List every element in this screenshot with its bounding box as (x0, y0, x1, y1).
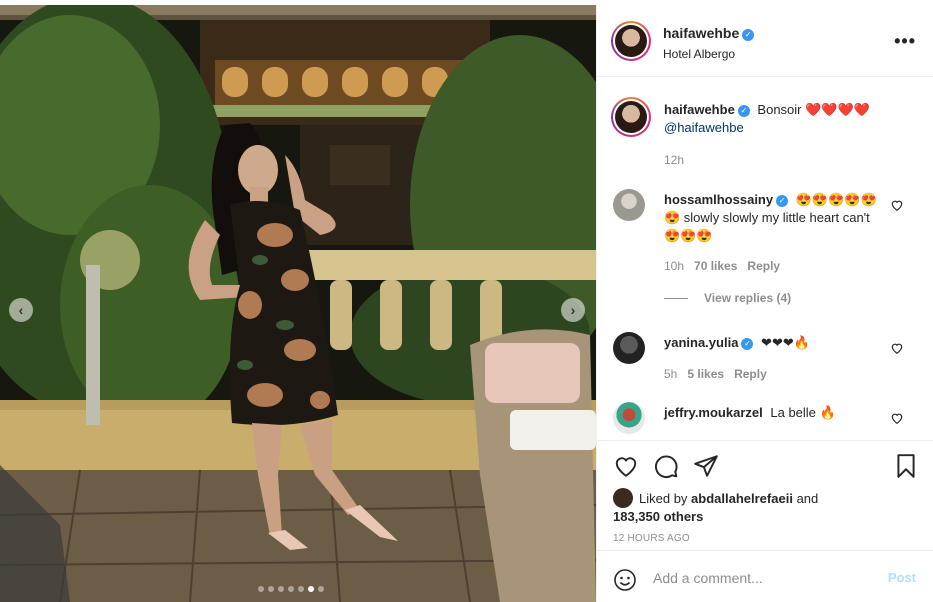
comment-like-heart-icon[interactable] (890, 411, 904, 425)
post-comment-button[interactable]: Post (888, 570, 916, 585)
share-icon[interactable] (693, 453, 719, 479)
comment: jeffry.moukarzel La belle 🔥 (664, 404, 884, 422)
bookmark-icon[interactable] (893, 453, 919, 479)
post-timestamp[interactable]: 12 HOURS AGO (613, 533, 690, 544)
reply-button[interactable]: Reply (734, 367, 767, 381)
view-replies-label: View replies (4) (704, 291, 792, 305)
add-comment-input[interactable] (653, 567, 873, 589)
emoji-icon[interactable] (613, 568, 637, 592)
verified-icon: ✓ (776, 195, 789, 207)
carousel-dot (308, 586, 314, 592)
post-header: haifawehbe ✓ Hotel Albergo ••• (597, 5, 933, 77)
comment-text: La belle 🔥 (770, 405, 836, 420)
post-actions: Liked by abdallahelrefaeii and 183,350 o… (597, 440, 933, 550)
author-avatar[interactable] (611, 21, 651, 61)
carousel-dot (318, 586, 324, 592)
comment-text: ❤❤❤🔥 (761, 335, 810, 350)
comment-like-heart-icon[interactable] (890, 198, 904, 212)
carousel-dot (298, 586, 304, 592)
caption: haifawehbe ✓ Bonsoir ❤️❤️❤️❤️ @haifawehbe (664, 101, 904, 137)
carousel-next-button[interactable]: › (561, 298, 585, 322)
comment-likes[interactable]: 5 likes (687, 367, 724, 381)
liked-by-joiner: and (796, 491, 819, 506)
caption-time: 12h (664, 153, 685, 167)
verified-icon: ✓ (737, 105, 750, 117)
comment: yanina.yulia ✓ ❤❤❤🔥 (664, 334, 884, 352)
likes-count[interactable]: 183,350 others (613, 509, 703, 524)
comment: hossamlhossainy ✓ 😍😍😍😍😍😍 slowly slowly my… (664, 191, 884, 245)
comment-username[interactable]: yanina.yulia (664, 335, 738, 350)
liked-by: Liked by abdallahelrefaeii and 183,350 o… (613, 488, 818, 526)
post-side-panel: haifawehbe ✓ Hotel Albergo ••• haifawehbe… (596, 5, 933, 602)
add-comment-bar: Post (597, 550, 933, 602)
like-heart-icon[interactable] (613, 453, 639, 479)
comment-icon[interactable] (653, 453, 679, 479)
post-location[interactable]: Hotel Albergo (663, 47, 754, 61)
comment-time: 5h (664, 367, 678, 381)
comment-like-heart-icon[interactable] (890, 341, 904, 355)
view-replies-button[interactable]: View replies (4) (664, 291, 791, 305)
comment-meta: 10h 70 likes Reply (664, 259, 780, 273)
verified-icon: ✓ (741, 338, 754, 350)
carousel-dots (258, 586, 324, 592)
liker-avatar[interactable] (613, 488, 633, 508)
chevron-left-icon: ‹ (18, 302, 24, 318)
carousel-dot (258, 586, 264, 592)
comment-avatar[interactable] (613, 402, 645, 434)
reply-button[interactable]: Reply (747, 259, 780, 273)
carousel-dot (288, 586, 294, 592)
comment-time: 10h (664, 259, 685, 273)
caption-avatar[interactable] (611, 97, 651, 137)
verified-icon: ✓ (742, 29, 755, 41)
comment-meta: 5h 5 likes Reply (664, 367, 767, 381)
carousel-prev-button[interactable]: ‹ (9, 298, 33, 322)
comment-likes[interactable]: 70 likes (694, 259, 737, 273)
post-photo[interactable]: ‹ › (0, 5, 596, 602)
liked-by-user[interactable]: abdallahelrefaeii (691, 491, 793, 506)
carousel-dot (268, 586, 274, 592)
comment-avatar[interactable] (613, 332, 645, 364)
comment-avatar[interactable] (613, 189, 645, 221)
chevron-right-icon: › (570, 302, 576, 318)
caption-username[interactable]: haifawehbe (664, 102, 735, 117)
author-info: haifawehbe ✓ Hotel Albergo (663, 25, 755, 61)
carousel-dot (278, 586, 284, 592)
photo-scene (0, 5, 596, 602)
more-options-icon[interactable]: ••• (894, 31, 916, 52)
comments-list: haifawehbe ✓ Bonsoir ❤️❤️❤️❤️ @haifawehbe… (597, 78, 933, 440)
liked-by-prefix: Liked by (639, 491, 688, 506)
caption-mention[interactable]: @haifawehbe (664, 120, 744, 135)
author-username[interactable]: haifawehbe (663, 25, 739, 41)
comment-username[interactable]: hossamlhossainy (664, 192, 773, 207)
comment-username[interactable]: jeffry.moukarzel (664, 405, 763, 420)
caption-text: Bonsoir ❤️❤️❤️❤️ (757, 102, 870, 117)
